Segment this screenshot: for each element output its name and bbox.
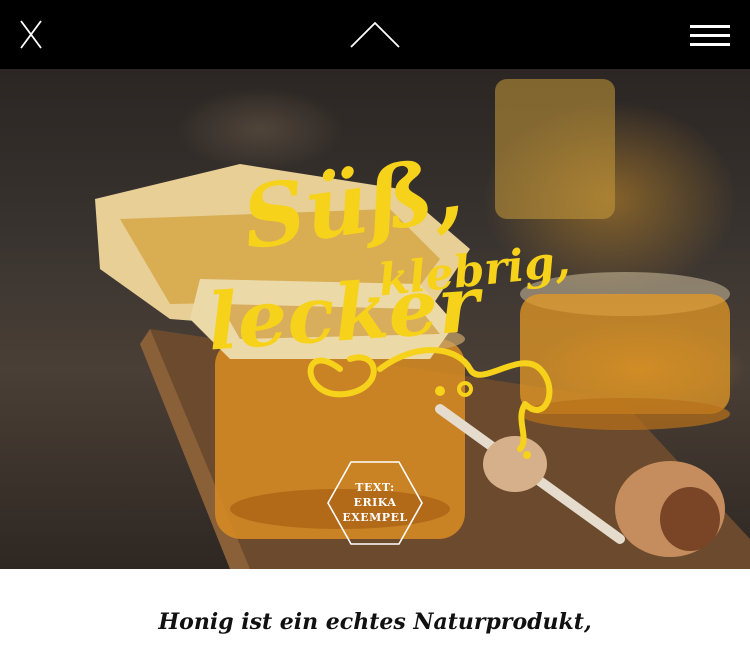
close-icon <box>20 20 42 49</box>
author-label: TEXT: <box>355 481 395 494</box>
hero-image: Süß, klebrig, lecker TEXT: ERIKA EXEMPEL <box>0 69 750 569</box>
author-badge: TEXT: ERIKA EXEMPEL <box>326 460 424 546</box>
menu-button[interactable] <box>688 23 732 49</box>
hamburger-menu-icon <box>690 25 730 46</box>
author-last-name: EXEMPEL <box>342 511 408 524</box>
honey-drip <box>523 451 531 459</box>
chevron-up-icon <box>350 21 400 48</box>
article-lead: Honig ist ein echtes Naturprodukt, <box>158 609 592 635</box>
close-button[interactable] <box>16 18 46 50</box>
scroll-up-button[interactable] <box>349 20 401 50</box>
flourish-swirl <box>307 347 553 452</box>
author-first-name: ERIKA <box>353 496 397 509</box>
top-nav-bar <box>0 0 750 69</box>
